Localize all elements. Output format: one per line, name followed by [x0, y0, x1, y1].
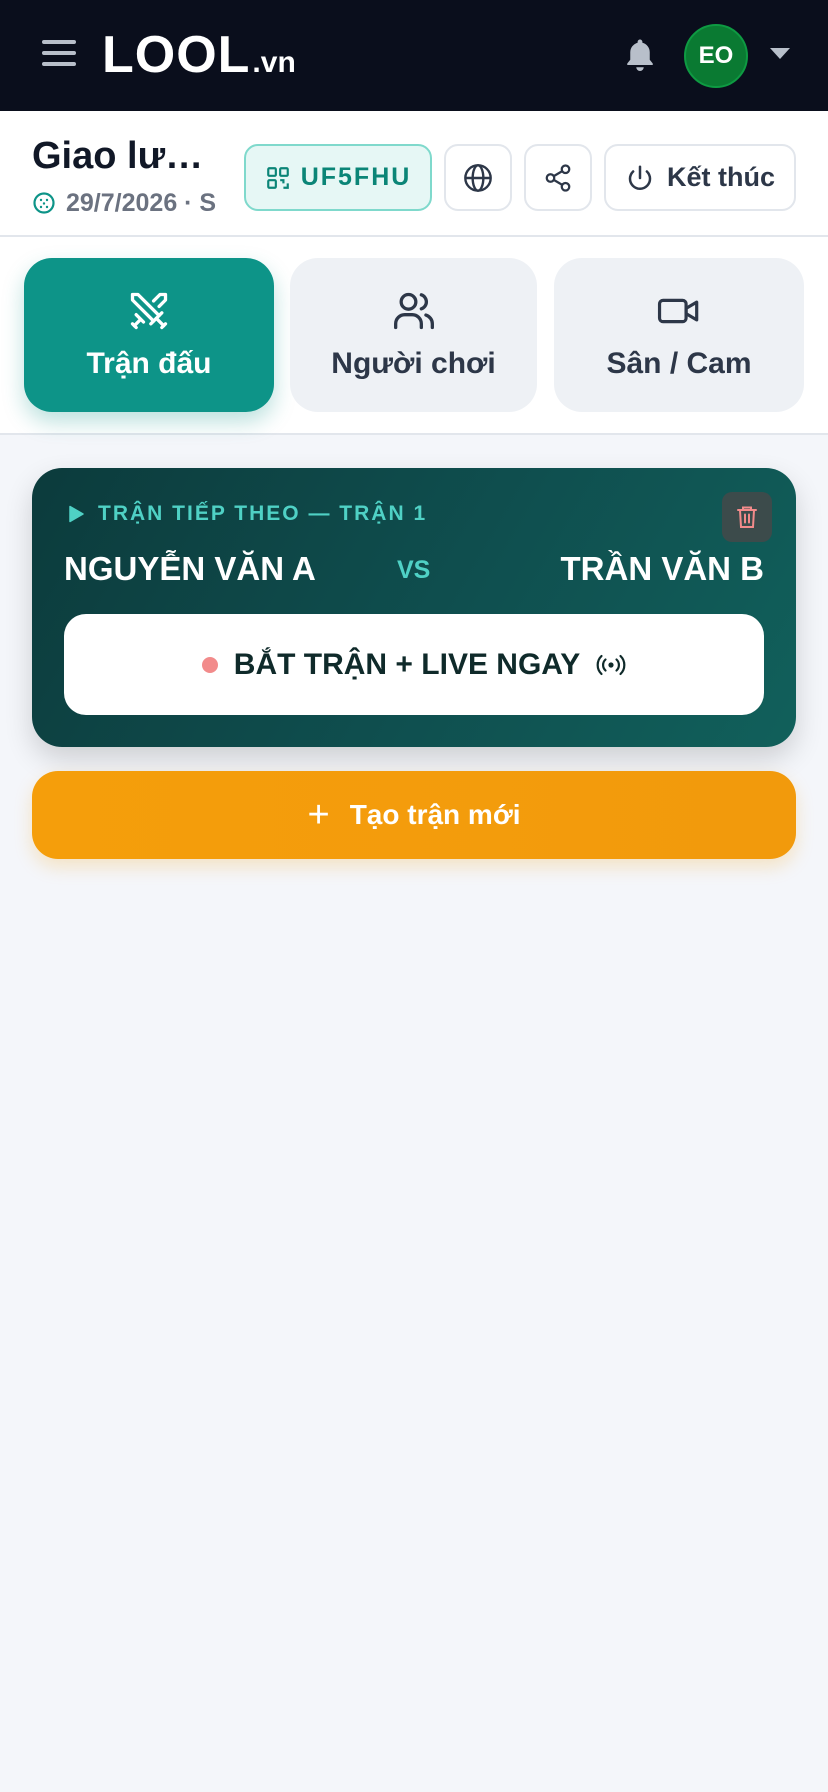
next-match-heading: TRẬN TIẾP THEO — TRẬN 1 [66, 502, 427, 526]
video-camera-icon [657, 298, 699, 324]
share-button[interactable] [524, 144, 592, 211]
bell-icon[interactable] [622, 36, 658, 76]
create-match-button[interactable]: + Tạo trận mới [32, 771, 796, 859]
start-live-label: BẮT TRẬN + LIVE NGAY [233, 647, 581, 681]
create-match-label: Tạo trận mới [349, 799, 521, 830]
chevron-down-icon[interactable] [770, 48, 790, 59]
session-title: Giao lưu... [32, 135, 217, 177]
top-nav: LOOL .vn EO [0, 0, 828, 111]
qr-code-icon [266, 166, 289, 189]
delete-match-button[interactable] [722, 492, 772, 542]
next-match-heading-text: TRẬN TIẾP THEO — TRẬN 1 [98, 502, 428, 525]
tab-bar: Trận đấu Người chơi Sân / Cam [0, 237, 828, 435]
session-code-button[interactable]: UF5FHU [244, 144, 432, 211]
crossed-swords-icon [130, 292, 168, 330]
end-session-label: Kết thúc [667, 162, 775, 192]
end-session-button[interactable]: Kết thúc [604, 144, 796, 211]
tab-court-cam[interactable]: Sân / Cam [554, 258, 804, 412]
versus-label: VS [397, 556, 431, 584]
logo-text: LOOL [102, 26, 251, 84]
users-icon [393, 292, 434, 330]
tab-matches-label: Trận đấu [86, 347, 212, 380]
menu-icon[interactable] [42, 40, 76, 70]
globe-button[interactable] [444, 144, 512, 211]
player-one-name: NGUYỄN VĂN A [64, 550, 316, 587]
session-code: UF5FHU [300, 163, 412, 191]
logo-suffix: .vn [252, 46, 296, 79]
live-dot [201, 656, 218, 673]
ball-icon [33, 192, 55, 214]
share-icon [545, 163, 571, 192]
globe-icon [464, 163, 492, 192]
avatar[interactable]: EO [684, 24, 748, 88]
play-icon [69, 505, 84, 523]
plus-icon: + [307, 794, 330, 836]
tab-players-label: Người chơi [331, 347, 496, 380]
tab-court-cam-label: Sân / Cam [606, 347, 752, 380]
session-meta: 29/7/2026 · S [32, 187, 222, 219]
start-live-button[interactable]: BẮT TRẬN + LIVE NGAY [64, 614, 764, 715]
next-match-card: TRẬN TIẾP THEO — TRẬN 1 NGUYỄN VĂN A VS … [32, 468, 796, 747]
player-two-name: TRẦN VĂN B [560, 550, 765, 587]
power-icon [628, 165, 652, 190]
tab-players[interactable]: Người chơi [290, 258, 537, 412]
tab-matches[interactable]: Trận đấu [24, 258, 274, 412]
logo[interactable]: LOOL .vn [102, 26, 296, 84]
broadcast-icon [596, 654, 626, 675]
session-meta-text: 29/7/2026 · S [66, 188, 217, 217]
session-header: Giao lưu... 29/7/2026 · S UF5FHU Kết thú… [0, 111, 828, 237]
trash-icon [737, 506, 757, 528]
